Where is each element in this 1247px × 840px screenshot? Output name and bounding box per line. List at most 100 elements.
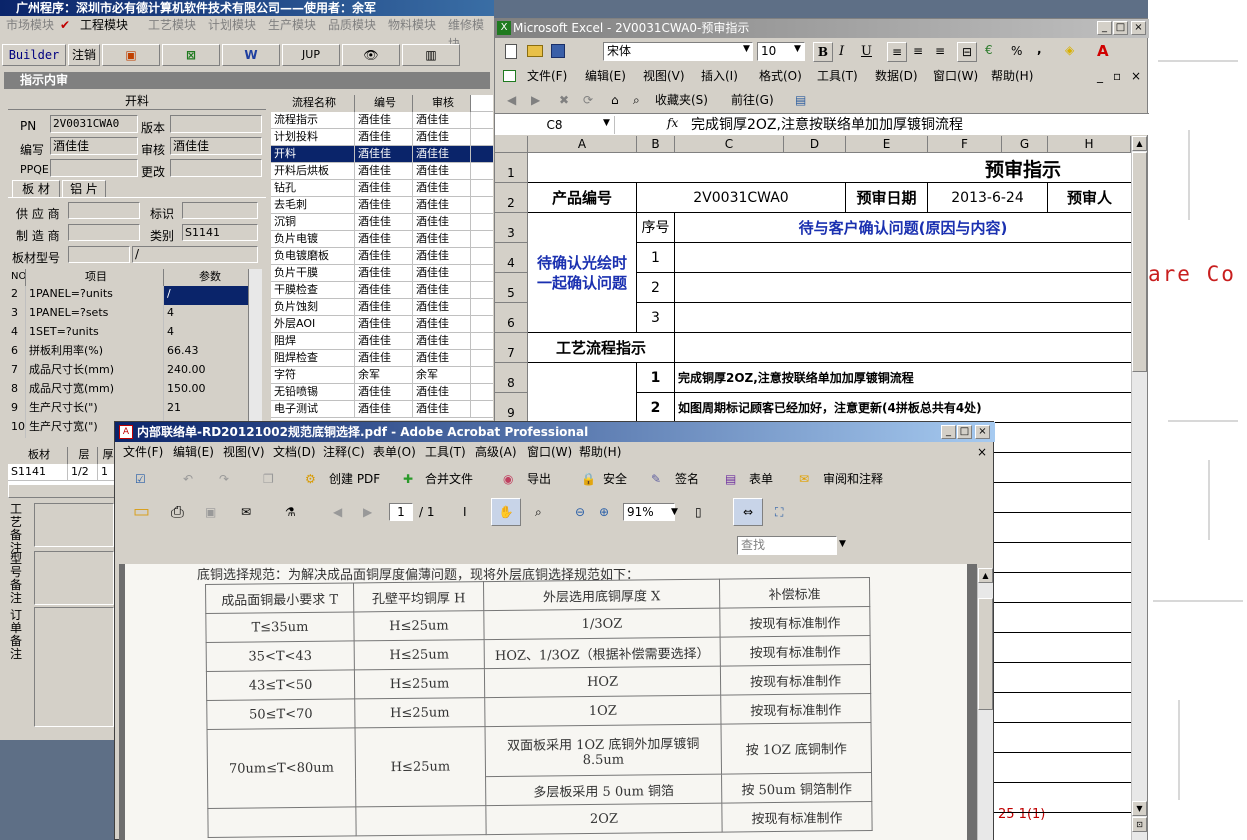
cell-confirm-content[interactable] (675, 303, 1131, 333)
zoom-tool-icon[interactable]: ⌕ (535, 496, 542, 528)
excel-icon[interactable]: ⊠ (162, 44, 220, 66)
print-icon[interactable]: ⎙ (171, 496, 184, 528)
ac-doc-close-icon[interactable]: × (977, 443, 987, 462)
comma-button[interactable]: , (1037, 42, 1042, 56)
flow-row[interactable]: 阻焊检查 酒佳佳 酒佳佳 (271, 350, 493, 367)
cell-seq[interactable]: 1 (637, 243, 675, 273)
name-box-dropdown-icon[interactable]: ▼ (603, 118, 610, 128)
ppqe-field[interactable] (50, 159, 138, 177)
new-file-icon[interactable] (505, 44, 517, 59)
save-disk-icon[interactable]: ▣ (205, 496, 216, 528)
column-header-h[interactable]: H (1048, 136, 1131, 153)
column-header-c[interactable]: C (675, 136, 784, 153)
acrobat-maximize-button[interactable]: □ (957, 425, 972, 439)
cell-product-no[interactable]: 2V0031CWA0 (637, 183, 846, 213)
row-header-1[interactable]: 1 (495, 153, 528, 183)
cell-process-right[interactable] (675, 333, 1131, 363)
save-icon[interactable] (551, 44, 565, 58)
prev-page-icon[interactable]: ◀ (333, 496, 342, 528)
zoom-in-icon[interactable]: ⊕ (599, 496, 609, 528)
param-row[interactable]: 4 1SET=?units 4 (8, 324, 258, 343)
undo-icon[interactable]: ↶ (183, 464, 193, 494)
menu-process[interactable]: 工艺模块 (148, 16, 196, 35)
ac-menu-form[interactable]: 表单(O) (373, 443, 416, 462)
param-row[interactable]: 7 成品尺寸长(mm) 240.00 (8, 362, 258, 381)
revise-field[interactable] (170, 159, 262, 177)
combine-icon[interactable]: ✚ (403, 464, 413, 494)
lock-icon[interactable]: 🔒 (581, 464, 596, 494)
word-icon[interactable]: W (222, 44, 280, 66)
flow-row[interactable]: 负片蚀刻 酒佳佳 酒佳佳 (271, 299, 493, 316)
scroll-split-icon[interactable]: ⊡ (1132, 817, 1147, 832)
pdf-scroll-thumb[interactable] (978, 598, 993, 710)
menu-window[interactable]: 窗口(W) (933, 66, 978, 86)
formula-input[interactable]: 完成铜厚2OZ,注意按联络单加加厚镀铜流程 (691, 115, 1141, 135)
pdf-scroll-up-icon[interactable]: ▲ (978, 568, 993, 583)
back-icon[interactable]: ◀ (507, 89, 516, 111)
ac-menu-window[interactable]: 窗口(W) (527, 443, 572, 462)
form-button[interactable]: 表单 (749, 464, 773, 494)
open-folder-icon[interactable] (527, 45, 543, 57)
zoom-dropdown-icon[interactable]: ▼ (671, 496, 678, 528)
flow-row[interactable]: 负电镀磨板 酒佳佳 酒佳佳 (271, 248, 493, 265)
ac-menu-help[interactable]: 帮助(H) (579, 443, 621, 462)
scroll-up-icon[interactable]: ▲ (1132, 136, 1147, 151)
menu-file[interactable]: 文件(F) (527, 66, 567, 86)
powerpoint-icon[interactable]: ▣ (102, 44, 160, 66)
flow-row[interactable]: 负片电镀 酒佳佳 酒佳佳 (271, 231, 493, 248)
menu-help[interactable]: 帮助(H) (991, 66, 1033, 86)
flow-row[interactable]: 外层AOI 酒佳佳 酒佳佳 (271, 316, 493, 333)
ac-menu-comment[interactable]: 注释(C) (323, 443, 365, 462)
row-header-8[interactable]: 8 (495, 363, 528, 393)
menu-plan[interactable]: 计划模块 (208, 16, 256, 35)
menu-data[interactable]: 数据(D) (875, 66, 918, 86)
row-header-7[interactable]: 7 (495, 333, 528, 363)
corner-cell[interactable] (495, 136, 528, 153)
flow-row[interactable]: 开料 酒佳佳 酒佳佳 (271, 146, 493, 163)
cell-process-no[interactable]: 1 (637, 363, 675, 393)
ac-menu-tools[interactable]: 工具(T) (425, 443, 466, 462)
cell-seq[interactable]: 2 (637, 273, 675, 303)
excel-vertical-scrollbar[interactable]: ▲ ▼ ⊡ (1131, 136, 1147, 840)
process-note-field[interactable] (34, 503, 114, 547)
flow-row[interactable]: 开料后烘板 酒佳佳 酒佳佳 (271, 163, 493, 180)
ac-menu-document[interactable]: 文档(D) (273, 443, 316, 462)
order-note-field[interactable] (34, 607, 114, 727)
percent-button[interactable]: % (1011, 44, 1022, 58)
cell-process-text[interactable]: 如图周期标记顾客已经加好，注意更新(4拼板总共有4处) (675, 393, 1131, 423)
bold-button[interactable]: B (813, 42, 833, 62)
favorites-menu[interactable]: 收藏夹(S) (655, 89, 708, 111)
doc-minimize-icon[interactable]: _ (1097, 66, 1103, 86)
flow-row[interactable]: 干膜检查 酒佳佳 酒佳佳 (271, 282, 493, 299)
underline-button[interactable]: U (861, 44, 872, 59)
flow-row[interactable]: 负片干膜 酒佳佳 酒佳佳 (271, 265, 493, 282)
column-header-e[interactable]: E (846, 136, 928, 153)
merge-center-button[interactable]: ⊟ (957, 42, 977, 62)
forward-nav-icon[interactable]: ▶ (531, 89, 540, 111)
cell-reviewer-label[interactable]: 预审人 (1048, 183, 1131, 213)
column-header-d[interactable]: D (784, 136, 846, 153)
currency-icon[interactable]: € (985, 43, 993, 57)
find-dropdown-icon[interactable]: ▼ (839, 539, 846, 549)
param-row[interactable]: 9 生产尺寸长(") 21 (8, 400, 258, 419)
ac-menu-view[interactable]: 视图(V) (223, 443, 265, 462)
menu-quality[interactable]: 品质模块 (328, 16, 376, 35)
database-icon[interactable]: ▥ (402, 44, 460, 66)
minimize-button[interactable]: _ (1097, 21, 1112, 35)
flow-row[interactable]: 流程指示 酒佳佳 酒佳佳 (271, 112, 493, 129)
cell-title[interactable]: 预审指示 (528, 153, 1131, 183)
cell-process-no[interactable]: 2 (637, 393, 675, 423)
redo-icon[interactable]: ↷ (219, 464, 229, 494)
review-button[interactable]: 审阅和注释 (823, 464, 883, 494)
scroll-down-icon[interactable]: ▼ (1132, 801, 1147, 816)
jup-button[interactable]: JUP (282, 44, 340, 66)
pn-field[interactable]: 2V0031CWA0 (50, 115, 138, 133)
next-page-icon[interactable]: ▶ (363, 496, 372, 528)
align-left-button[interactable]: ≡ (887, 42, 907, 62)
row-header-6[interactable]: 6 (495, 303, 528, 333)
flow-row[interactable]: 钻孔 酒佳佳 酒佳佳 (271, 180, 493, 197)
ac-menu-edit[interactable]: 编辑(E) (173, 443, 214, 462)
param-row[interactable]: 6 拼板利用率(%) 66.43 (8, 343, 258, 362)
pen-icon[interactable]: ✎ (651, 464, 661, 494)
spellcheck-icon[interactable]: ☑ (135, 464, 146, 494)
